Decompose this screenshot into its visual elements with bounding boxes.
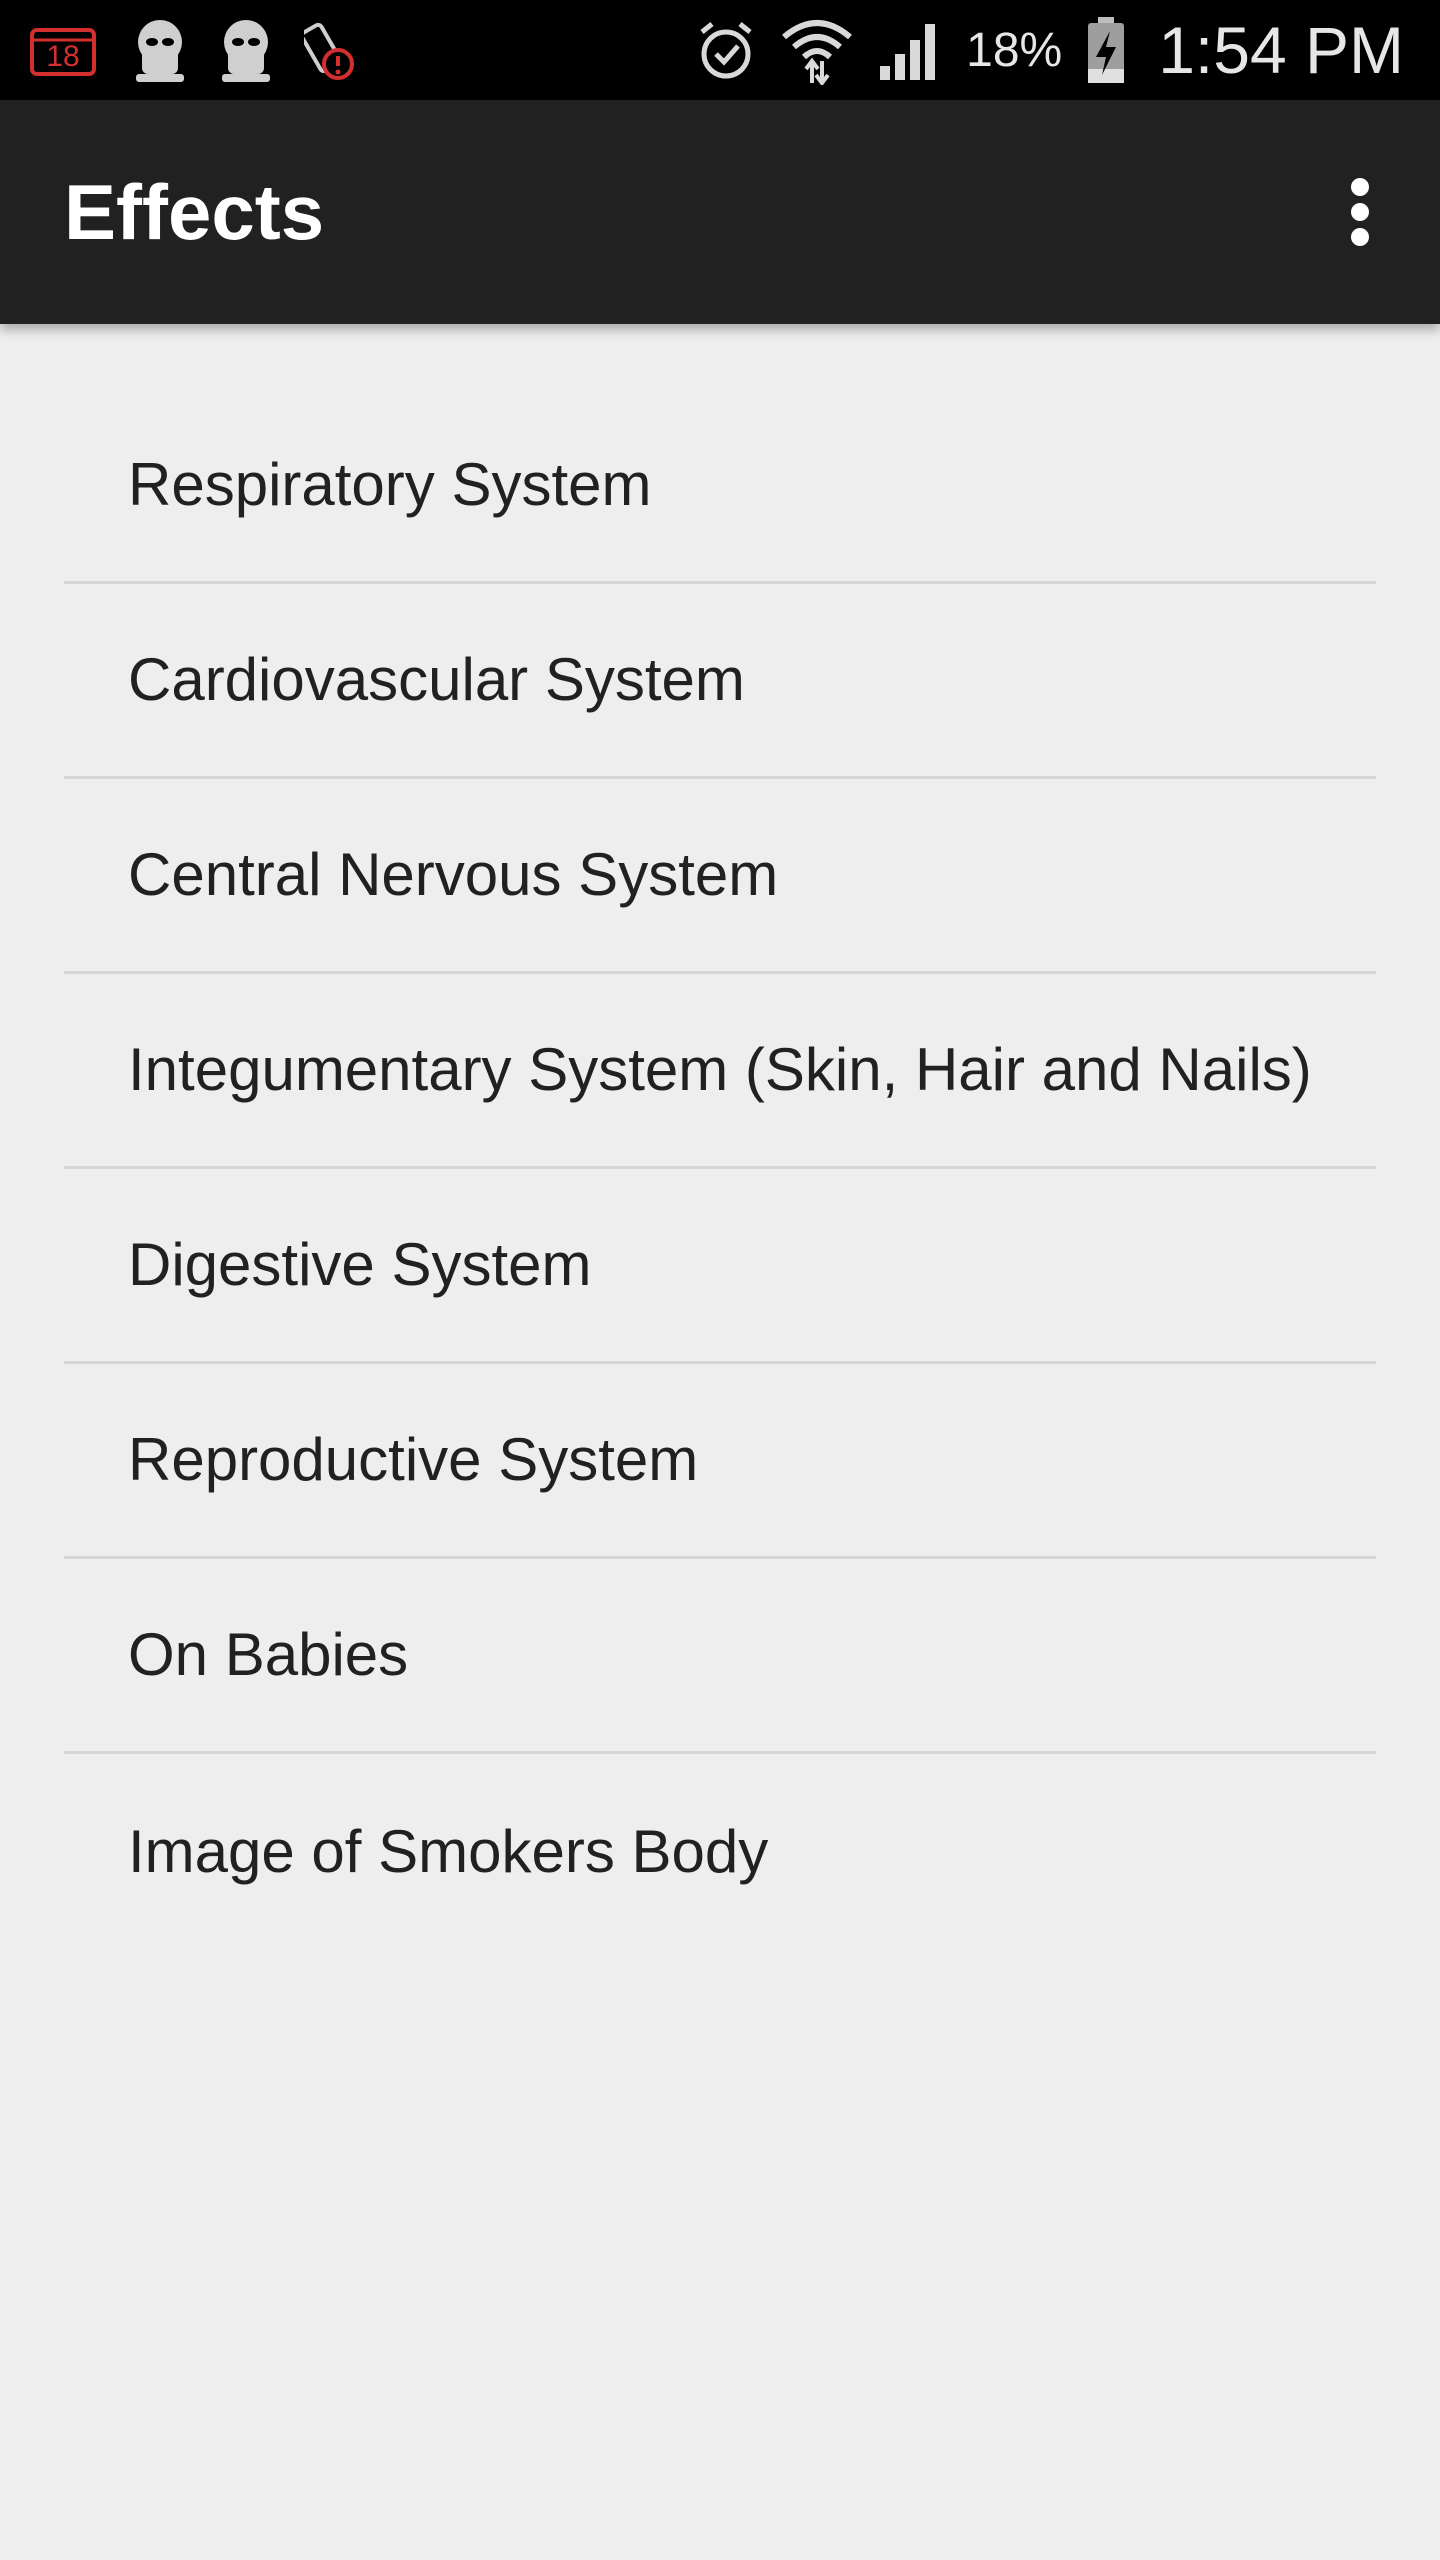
alarm-icon: [700, 22, 752, 79]
status-bar-notifications: 18: [28, 14, 364, 86]
list-item-central-nervous-system[interactable]: Central Nervous System: [64, 779, 1376, 974]
calendar-icon: 18: [30, 28, 96, 76]
list-item-on-babies[interactable]: On Babies: [64, 1559, 1376, 1754]
effects-list: Respiratory System Cardiovascular System…: [64, 389, 1376, 1949]
cigarette-alert-icon: [304, 22, 354, 80]
more-vert-icon: [1351, 178, 1369, 246]
page-title: Effects: [64, 168, 325, 256]
battery-percent: 18%: [966, 23, 1063, 77]
list-item-label: Respiratory System: [128, 451, 652, 518]
alien-icon: [222, 20, 270, 82]
wifi-icon: [782, 20, 853, 85]
alien-icon: [136, 20, 184, 82]
signal-icon: [880, 24, 936, 80]
list-item-image-of-smokers-body[interactable]: Image of Smokers Body: [64, 1754, 1376, 1949]
list-item-label: Digestive System: [128, 1231, 592, 1298]
list-item-digestive-system[interactable]: Digestive System: [64, 1169, 1376, 1364]
status-bar-system: 18% 1:54 PM: [694, 0, 1404, 100]
list-item-label: Central Nervous System: [128, 841, 779, 908]
notification-badge-text: 18: [46, 40, 79, 73]
more-options-button[interactable]: [1300, 152, 1420, 272]
list-item-label: Image of Smokers Body: [128, 1817, 769, 1885]
list-item-label: Integumentary System (Skin, Hair and Nai…: [128, 1036, 1312, 1103]
list-item-label: Reproductive System: [128, 1426, 699, 1493]
list-item-reproductive-system[interactable]: Reproductive System: [64, 1364, 1376, 1559]
list-item-integumentary-system[interactable]: Integumentary System (Skin, Hair and Nai…: [64, 974, 1376, 1169]
list-item-cardiovascular-system[interactable]: Cardiovascular System: [64, 584, 1376, 779]
app-bar: Effects: [0, 100, 1440, 324]
list-item-respiratory-system[interactable]: Respiratory System: [64, 389, 1376, 584]
status-bar-time: 1:54 PM: [1158, 13, 1404, 87]
status-bar: 18 18% 1:54 PM: [0, 0, 1440, 100]
list-item-label: On Babies: [128, 1621, 409, 1688]
battery-charging-icon: [1088, 17, 1125, 83]
list-item-label: Cardiovascular System: [128, 646, 745, 713]
